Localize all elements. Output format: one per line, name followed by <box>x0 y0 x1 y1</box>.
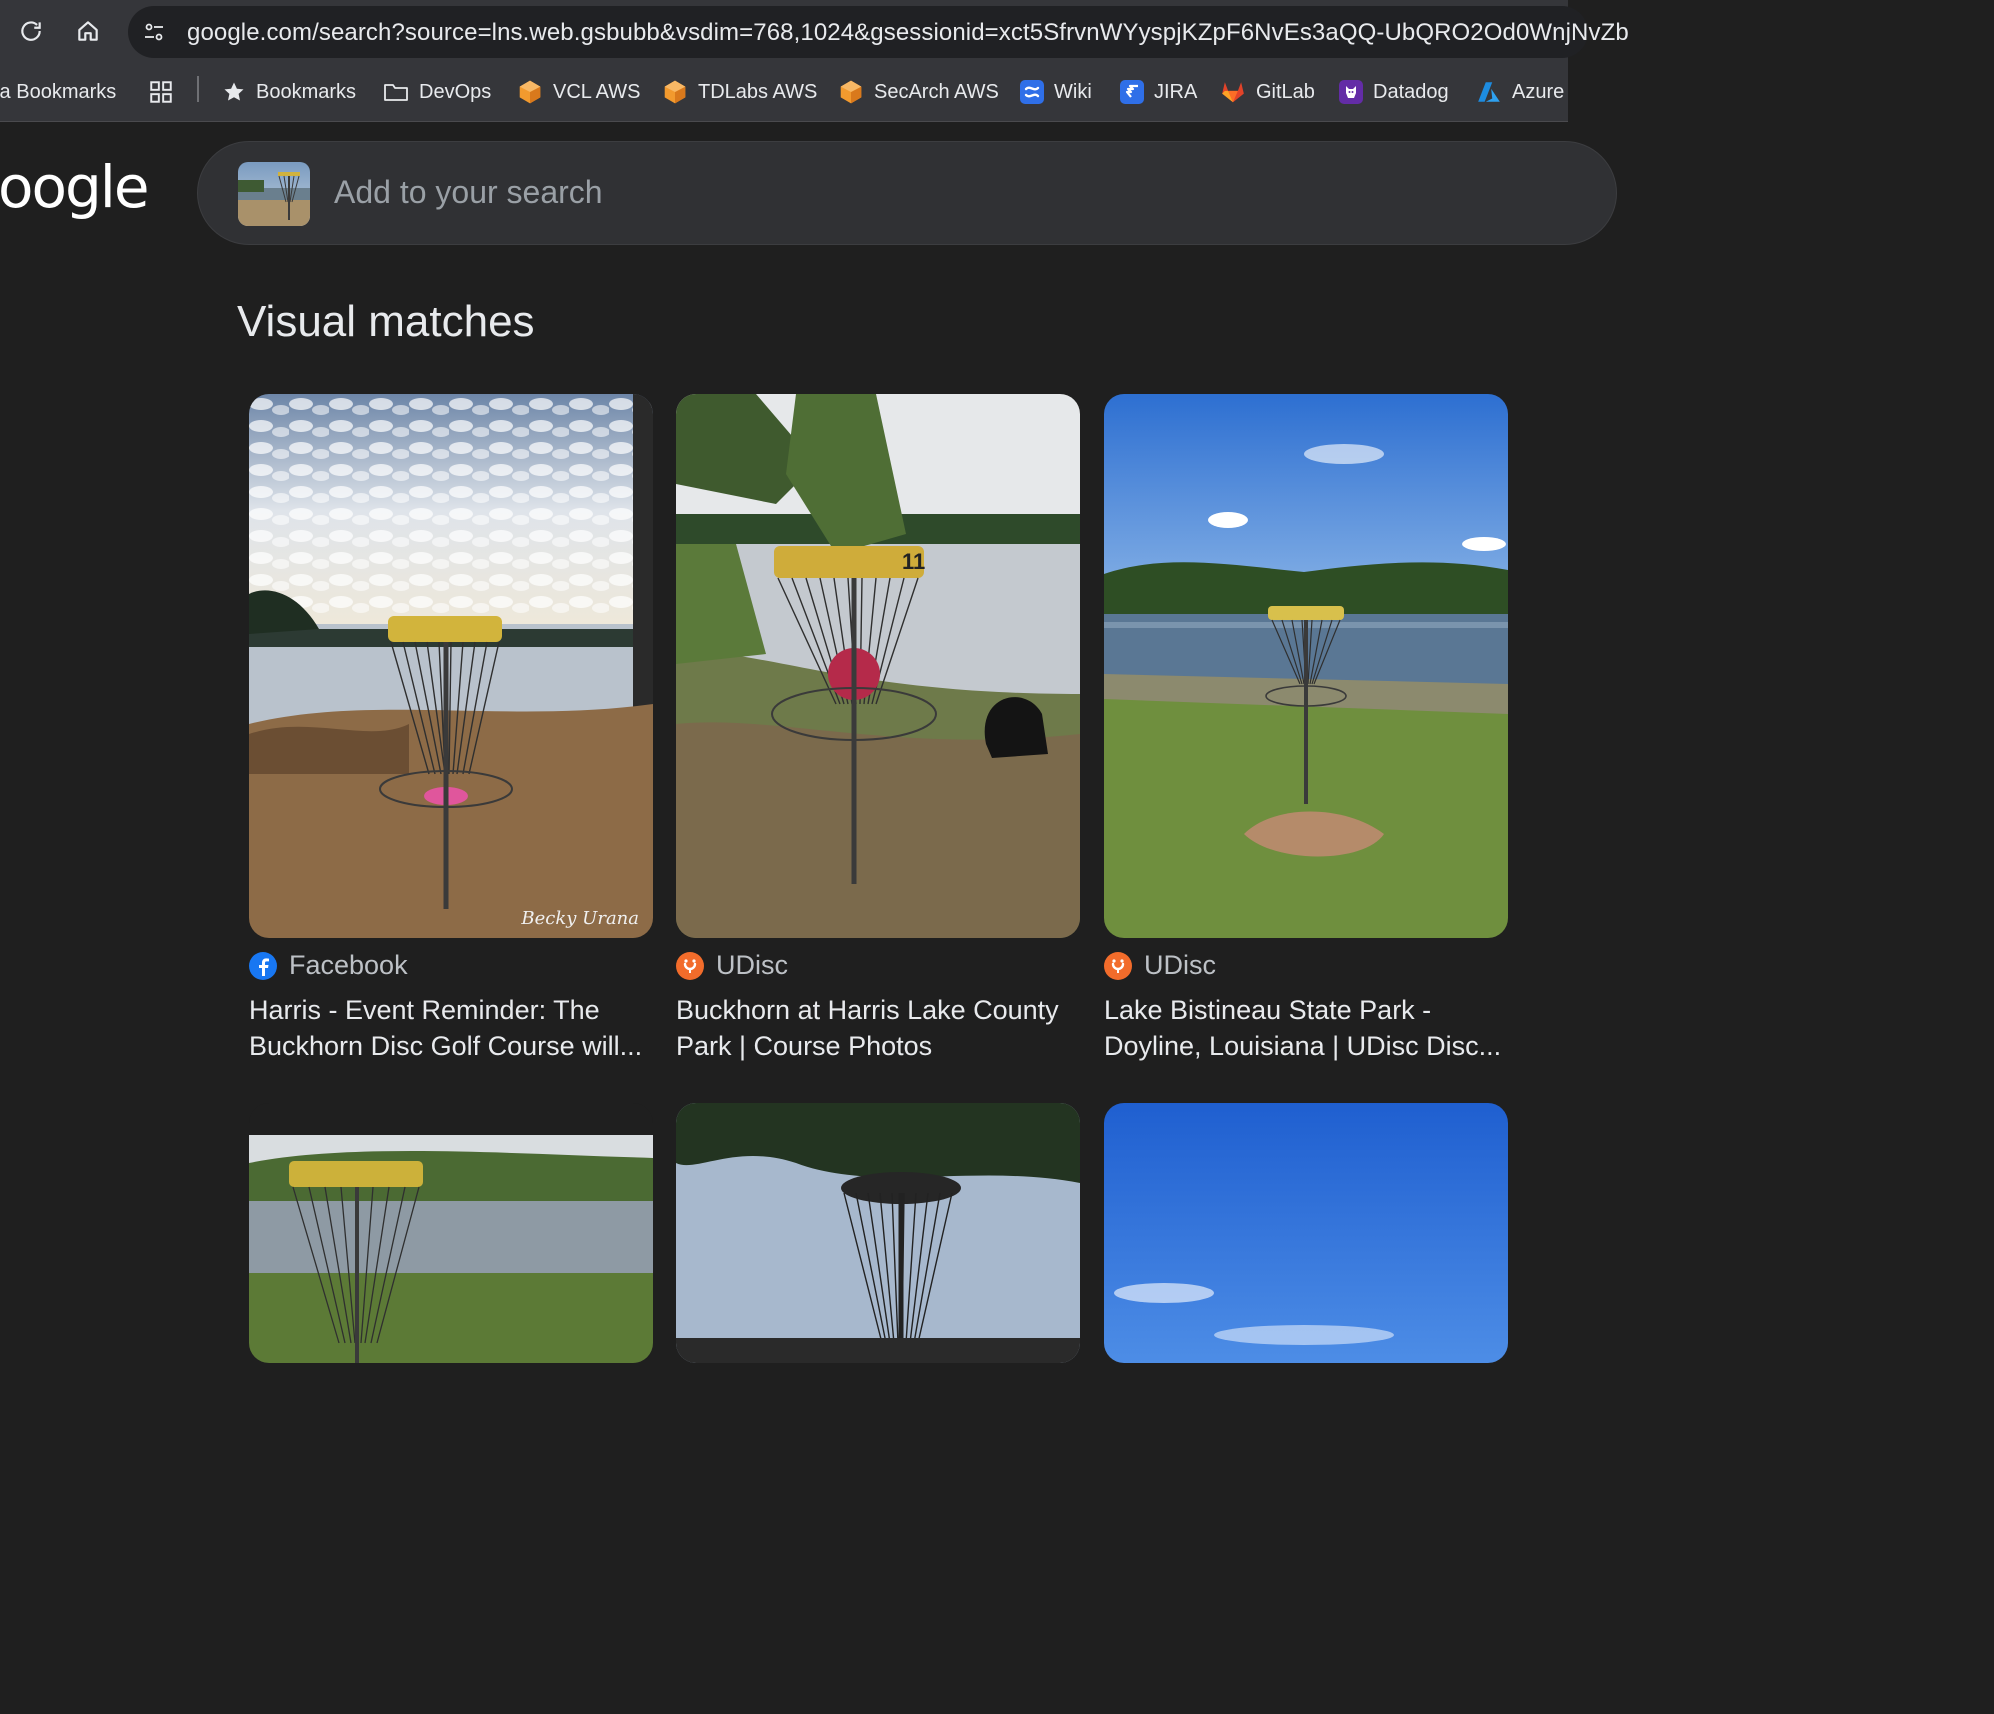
folder-icon <box>384 84 408 101</box>
datadog-icon <box>1339 80 1363 104</box>
bookmark-label: GitLab <box>1256 80 1315 103</box>
browser-toolbar: google.com/search?source=lns.web.gsbubb&… <box>0 0 1629 62</box>
title-line: Lake Bistineau State Park - <box>1104 995 1432 1025</box>
bookmark-label: VCL AWS <box>553 80 641 103</box>
confluence-icon <box>1020 80 1044 104</box>
result-image-3[interactable] <box>1104 394 1508 938</box>
aws-cube-icon <box>519 80 541 104</box>
jira-icon <box>1120 80 1144 104</box>
site-info-icon[interactable] <box>140 18 168 46</box>
reload-icon <box>21 21 41 41</box>
bookmark-label: Azure <box>1512 80 1565 103</box>
aws-cube-icon <box>664 80 686 104</box>
apps-grid-icon <box>150 81 172 103</box>
result-title-2[interactable]: Buckhorn at Harris Lake County Park | Co… <box>676 992 1086 1064</box>
bookmark-label: Wiki <box>1054 80 1092 103</box>
bookmark-data-bookmarks[interactable]: ta Bookmarks <box>0 74 116 110</box>
bookmark-tdlabs-aws[interactable]: TDLabs AWS <box>662 74 817 110</box>
title-line: Harris - Event Reminder: The <box>249 995 600 1025</box>
star-icon <box>224 82 244 101</box>
aws-cube-icon <box>840 80 862 104</box>
result-source-1[interactable]: Facebook <box>249 950 408 981</box>
result-image-4[interactable] <box>249 1103 653 1363</box>
bookmark-azure[interactable]: Azure <box>1476 74 1564 110</box>
bookmark-label: ta Bookmarks <box>0 80 117 103</box>
address-bar[interactable]: google.com/search?source=lns.web.gsbubb&… <box>128 6 1629 58</box>
bookmark-datadog[interactable]: Datadog <box>1339 74 1449 110</box>
bookmark-bookmarks[interactable]: Bookmarks <box>222 74 356 110</box>
bookmark-gitlab[interactable]: GitLab <box>1220 74 1315 110</box>
title-line: Doyline, Louisiana | UDisc Disc... <box>1104 1031 1502 1061</box>
bookmark-secarch-aws[interactable]: SecArch AWS <box>838 74 999 110</box>
bookmark-devops[interactable]: DevOps <box>383 74 491 110</box>
udisc-icon <box>1104 951 1132 980</box>
gitlab-icon <box>1222 82 1244 103</box>
search-input[interactable]: Add to your search <box>334 174 603 211</box>
title-line: Buckhorn at Harris Lake County <box>676 995 1059 1025</box>
source-label: UDisc <box>1144 950 1216 980</box>
result-title-3[interactable]: Lake Bistineau State Park - Doyline, Lou… <box>1104 992 1514 1064</box>
url-text[interactable]: google.com/search?source=lns.web.gsbubb&… <box>187 19 1629 47</box>
title-line: Buckhorn Disc Golf Course will... <box>249 1031 643 1061</box>
reload-button[interactable] <box>13 13 49 49</box>
facebook-icon <box>249 951 277 980</box>
bookmarks-divider <box>197 76 199 102</box>
result-image-6[interactable] <box>1104 1103 1508 1363</box>
watermark: Becky Urana <box>520 908 639 929</box>
bookmark-label: TDLabs AWS <box>698 80 818 103</box>
bookmark-label: DevOps <box>419 80 492 103</box>
result-image-1[interactable]: Becky Urana <box>249 394 653 938</box>
result-image-2[interactable]: 11 <box>676 394 1080 938</box>
result-source-3[interactable]: UDisc <box>1104 950 1216 981</box>
bookmark-label: SecArch AWS <box>874 80 999 103</box>
bookmark-label: Bookmarks <box>256 80 357 103</box>
basket-number: 11 <box>902 549 925 574</box>
google-logo[interactable]: oogle <box>0 153 150 221</box>
search-bar[interactable]: Add to your search <box>197 141 1617 245</box>
result-image-5[interactable] <box>676 1103 1080 1363</box>
title-line: Park | Course Photos <box>676 1031 933 1061</box>
result-title-1[interactable]: Harris - Event Reminder: The Buckhorn Di… <box>249 992 659 1064</box>
bookmark-label: JIRA <box>1154 80 1198 103</box>
home-button[interactable] <box>70 13 106 49</box>
bookmark-wiki[interactable]: Wiki <box>1020 74 1092 110</box>
bookmark-jira[interactable]: JIRA <box>1120 74 1197 110</box>
section-title: Visual matches <box>237 297 535 346</box>
source-label: Facebook <box>289 950 408 980</box>
result-source-2[interactable]: UDisc <box>676 950 788 981</box>
bookmark-vcl-aws[interactable]: VCL AWS <box>517 74 640 110</box>
udisc-icon <box>676 951 704 980</box>
bookmarks-bar: ta Bookmarks Bookmarks DevOps VCL AWS TD… <box>0 62 1568 122</box>
source-label: UDisc <box>716 950 788 980</box>
query-image-thumbnail[interactable] <box>238 162 310 226</box>
home-icon <box>78 21 98 41</box>
bookmark-label: Datadog <box>1373 80 1449 103</box>
azure-icon <box>1478 82 1500 102</box>
apps-button[interactable] <box>148 74 174 110</box>
